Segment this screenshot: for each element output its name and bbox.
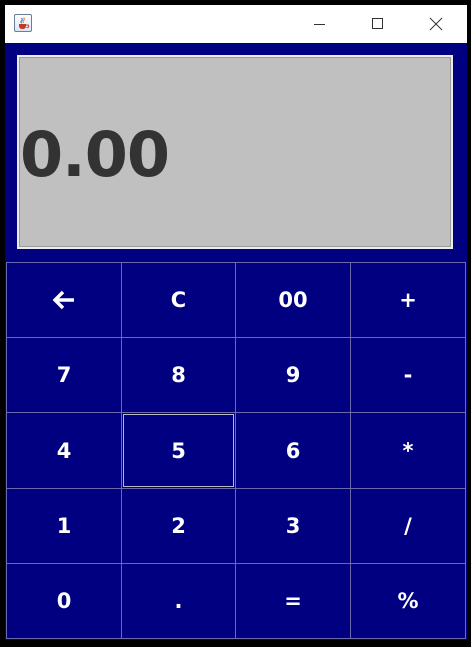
maximize-icon — [372, 18, 383, 29]
digit-8-button[interactable]: 8 — [121, 337, 236, 413]
backspace-button[interactable] — [6, 262, 122, 338]
clear-button[interactable]: C — [121, 262, 236, 338]
minimize-icon — [314, 24, 325, 25]
digit-3-button[interactable]: 3 — [235, 488, 351, 564]
result-display: 0.00 — [17, 55, 453, 249]
digit-4-button[interactable]: 4 — [6, 412, 122, 489]
digit-7-button[interactable]: 7 — [6, 337, 122, 413]
percent-button[interactable]: % — [350, 563, 466, 639]
close-icon — [429, 17, 443, 31]
calculator-window: 0.00 C 00 + 7 8 9 - 4 5 6 * 1 2 3 / 0 . … — [0, 0, 471, 647]
minimize-button[interactable] — [290, 5, 348, 43]
decimal-point-button[interactable]: . — [121, 563, 236, 639]
digit-1-button[interactable]: 1 — [6, 488, 122, 564]
digit-5-button[interactable]: 5 — [121, 412, 236, 489]
calculator-panel: 0.00 C 00 + 7 8 9 - 4 5 6 * 1 2 3 / 0 . … — [5, 43, 467, 640]
backspace-arrow-icon — [52, 290, 74, 310]
digit-9-button[interactable]: 9 — [235, 337, 351, 413]
plus-button[interactable]: + — [350, 262, 466, 338]
digit-6-button[interactable]: 6 — [235, 412, 351, 489]
minus-button[interactable]: - — [350, 337, 466, 413]
multiply-button[interactable]: * — [350, 412, 466, 489]
display-value: 0.00 — [20, 118, 170, 191]
title-bar[interactable] — [5, 5, 467, 43]
double-zero-button[interactable]: 00 — [235, 262, 351, 338]
java-cup-icon[interactable] — [14, 14, 32, 32]
divide-button[interactable]: / — [350, 488, 466, 564]
digit-0-button[interactable]: 0 — [6, 563, 122, 639]
equals-button[interactable]: = — [235, 563, 351, 639]
keypad: C 00 + 7 8 9 - 4 5 6 * 1 2 3 / 0 . = % — [6, 262, 466, 639]
close-button[interactable] — [406, 5, 464, 43]
digit-2-button[interactable]: 2 — [121, 488, 236, 564]
maximize-button[interactable] — [348, 5, 406, 43]
